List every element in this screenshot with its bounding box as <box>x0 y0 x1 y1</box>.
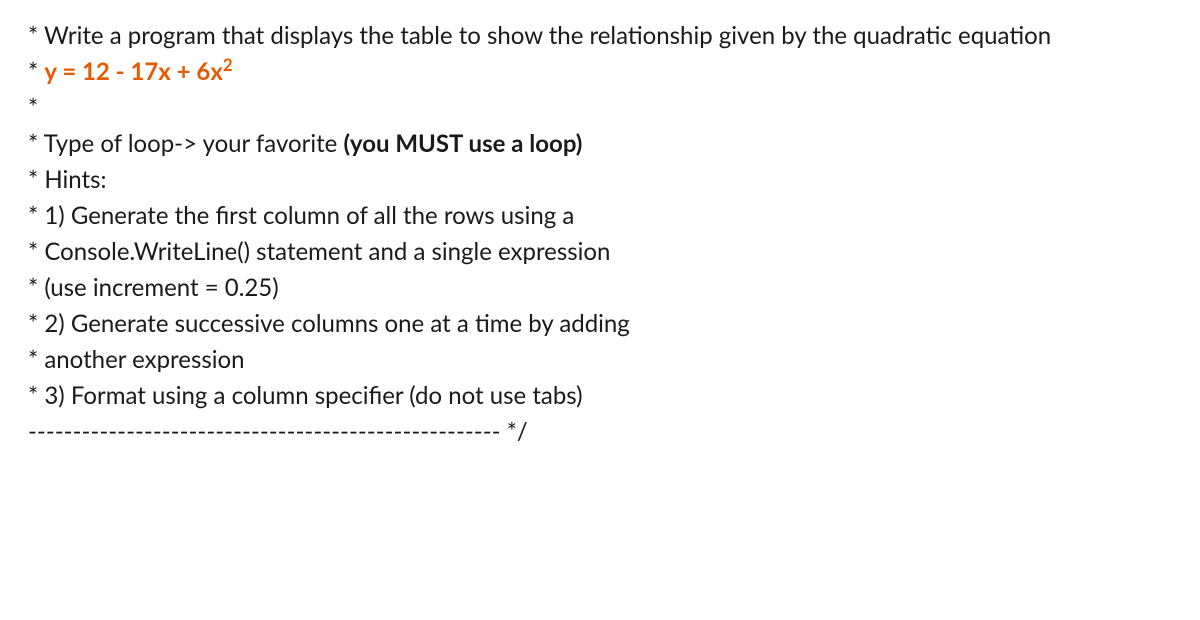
comment-text: Write a program that displays the table … <box>44 21 1051 50</box>
comment-close-line: ----------------------------------------… <box>28 414 1172 450</box>
comment-star: * <box>28 129 44 158</box>
comment-text: 1) Generate the first column of all the … <box>44 201 574 230</box>
comment-line-equation: * y = 12 - 17x + 6x2 <box>28 54 1172 90</box>
comment-line: * Write a program that displays the tabl… <box>28 18 1172 54</box>
comment-star: * <box>28 57 44 86</box>
comment-empty-line: * <box>28 90 1172 126</box>
comment-line: * Console.WriteLine() statement and a si… <box>28 234 1172 270</box>
comment-star: * <box>28 21 44 50</box>
comment-star: * <box>28 93 38 122</box>
comment-star: * <box>28 201 44 230</box>
equation-body: y = 12 - 17x + 6x <box>44 57 223 86</box>
comment-line: * another expression <box>28 342 1172 378</box>
comment-star: * <box>28 273 44 302</box>
comment-text: Hints: <box>44 165 106 194</box>
equation-exponent: 2 <box>223 54 233 75</box>
comment-star: * <box>28 381 44 410</box>
comment-line: * 3) Format using a column specifier (do… <box>28 378 1172 414</box>
comment-star: * <box>28 309 44 338</box>
comment-text: 2) Generate successive columns one at a … <box>44 309 629 338</box>
comment-text: 3) Format using a column specifier (do n… <box>44 381 582 410</box>
comment-star: * <box>28 237 44 266</box>
comment-line: * 1) Generate the first column of all th… <box>28 198 1172 234</box>
comment-text: (use increment = 0.25) <box>44 273 278 302</box>
comment-star: * <box>28 165 44 194</box>
comment-text: another expression <box>44 345 244 374</box>
comment-text: Console.WriteLine() statement and a sing… <box>44 237 610 266</box>
quadratic-equation: y = 12 - 17x + 6x2 <box>44 57 232 86</box>
comment-star: * <box>28 345 44 374</box>
comment-close: */ <box>507 417 528 446</box>
comment-text: Type of loop-> your favorite <box>44 129 344 158</box>
comment-line: * Type of loop-> your favorite (you MUST… <box>28 126 1172 162</box>
comment-dashes: ----------------------------------------… <box>28 417 507 446</box>
comment-line: * 2) Generate successive columns one at … <box>28 306 1172 342</box>
comment-bold: (you MUST use a loop) <box>343 129 582 158</box>
comment-line: * (use increment = 0.25) <box>28 270 1172 306</box>
comment-line: * Hints: <box>28 162 1172 198</box>
